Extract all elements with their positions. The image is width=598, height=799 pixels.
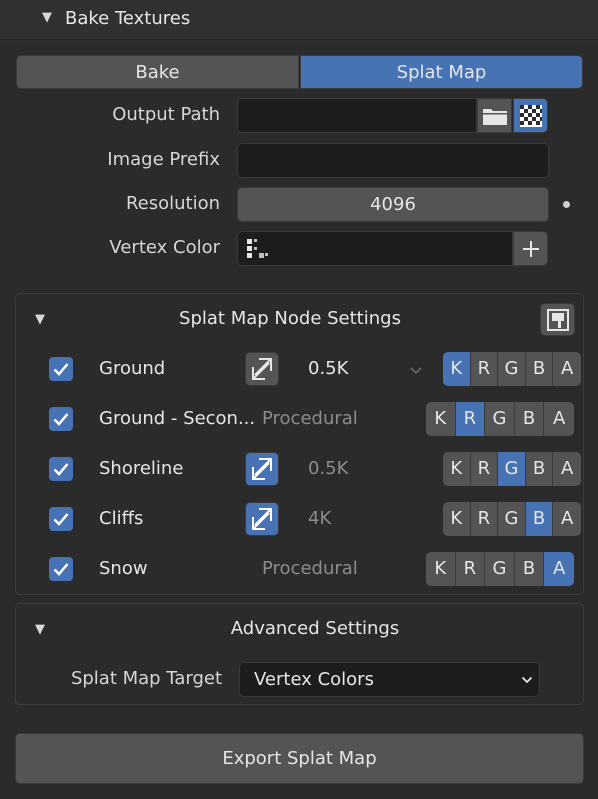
channel-r[interactable]: R [455,552,486,586]
shoreline-channels: K R G B A [443,452,581,486]
shoreline-label: Shoreline [99,458,184,479]
channel-k[interactable]: K [426,402,456,436]
splat-map-target-value: Vertex Colors [254,669,374,690]
channel-b[interactable]: B [514,402,545,436]
node-settings-title: Splat Map Node Settings [179,308,401,329]
ground-swap-button[interactable] [245,352,279,386]
checker-image-icon [519,104,542,127]
folder-browse-button[interactable] [477,98,512,133]
channel-r[interactable]: R [455,402,486,436]
ground-secondary-checkbox[interactable] [49,407,73,431]
snow-checkbox[interactable] [49,557,73,581]
image-prefix-label: Image Prefix [107,149,220,170]
channel-k[interactable]: K [426,552,456,586]
ground-secondary-channels: K R G B A [426,402,574,436]
vertex-color-icon [247,239,268,258]
channel-b[interactable]: B [525,352,554,386]
image-browse-button[interactable] [513,98,548,133]
ground-checkbox[interactable] [49,357,73,381]
channel-a[interactable]: A [553,502,581,536]
vertex-color-label: Vertex Color [109,237,220,258]
keyframe-dot-icon[interactable] [563,201,570,208]
add-vertex-color-button[interactable] [513,231,548,266]
paint-preset-button[interactable] [540,303,575,336]
snow-label: Snow [99,558,148,579]
image-prefix-field[interactable] [237,143,549,178]
channel-a[interactable]: A [544,402,574,436]
channel-k[interactable]: K [443,452,471,486]
advanced-settings-title: Advanced Settings [230,618,400,639]
chevron-down-icon [521,676,533,684]
paint-brush-icon [546,308,569,331]
ground-label: Ground [99,358,166,379]
channel-g[interactable]: G [498,502,526,536]
channel-k[interactable]: K [443,502,471,536]
swap-arrows-icon [252,358,272,380]
checkmark-icon [53,413,69,426]
collapse-triangle-icon[interactable]: ▼ [42,10,52,25]
channel-g[interactable]: G [485,552,515,586]
shoreline-swap-button[interactable] [245,452,279,486]
channel-r[interactable]: R [470,352,499,386]
tab-bake[interactable]: Bake [16,55,299,89]
node-settings-collapse-icon[interactable]: ▼ [35,312,45,327]
tab-splat-map[interactable]: Splat Map [300,55,583,89]
panel-title: Bake Textures [65,8,191,29]
channel-k[interactable]: K [443,352,471,386]
channel-r[interactable]: R [470,452,499,486]
channel-r[interactable]: R [470,502,499,536]
checkmark-icon [53,363,69,376]
channel-b[interactable]: B [514,552,545,586]
ground-resolution[interactable]: 0.5K [308,358,348,379]
swap-arrows-icon [252,458,272,480]
splat-map-target-dropdown[interactable]: Vertex Colors [239,662,540,697]
folder-icon [482,108,507,125]
panel-header[interactable]: ▼ Bake Textures [0,0,598,40]
checkmark-icon [53,563,69,576]
channel-g[interactable]: G [485,402,515,436]
shoreline-checkbox[interactable] [49,457,73,481]
shoreline-resolution: 0.5K [308,458,349,479]
snow-procedural: Procedural [262,558,358,579]
channel-a[interactable]: A [544,552,574,586]
channel-a[interactable]: A [553,452,581,486]
export-splat-map-button[interactable]: Export Splat Map [15,733,584,784]
snow-channels: K R G B A [426,552,574,586]
channel-a[interactable]: A [553,352,581,386]
checkmark-icon [53,463,69,476]
cliffs-resolution: 4K [308,508,332,529]
resolution-label: Resolution [125,193,220,214]
swap-arrows-icon [252,508,272,530]
output-path-label: Output Path [112,104,220,125]
channel-g[interactable]: G [498,352,526,386]
output-path-field[interactable] [237,98,477,133]
channel-b[interactable]: B [525,502,554,536]
cliffs-swap-button[interactable] [245,502,279,536]
channel-g[interactable]: G [498,452,526,486]
node-settings-panel [15,293,584,595]
chevron-down-icon[interactable] [409,366,423,375]
ground-channels: K R G B A [443,352,581,386]
cliffs-channels: K R G B A [443,502,581,536]
resolution-field[interactable]: 4096 [237,187,549,222]
plus-icon [522,240,539,257]
ground-secondary-label: Ground - Secon... [99,408,256,429]
channel-b[interactable]: B [525,452,554,486]
ground-secondary-procedural: Procedural [262,408,358,429]
checkmark-icon [53,513,69,526]
cliffs-checkbox[interactable] [49,507,73,531]
cliffs-label: Cliffs [99,508,144,529]
advanced-collapse-icon[interactable]: ▼ [35,622,45,637]
vertex-color-field[interactable] [237,231,513,266]
splat-map-target-label: Splat Map Target [70,668,222,689]
